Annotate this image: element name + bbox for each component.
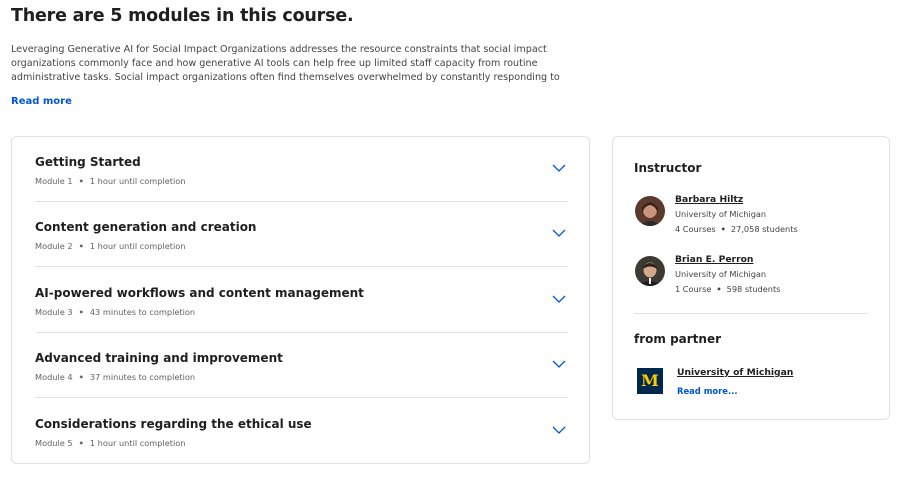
chevron-down-icon[interactable] bbox=[552, 228, 566, 238]
instructor-heading: Instructor bbox=[634, 161, 702, 175]
instructor-org: University of Michigan bbox=[675, 269, 767, 279]
module-duration: 1 hour until completion bbox=[89, 176, 186, 186]
avatar[interactable] bbox=[635, 256, 665, 286]
module-meta: Module 2 • 1 hour until completion bbox=[35, 241, 186, 251]
module-meta: Module 3 • 43 minutes to completion bbox=[35, 307, 196, 317]
read-more-link[interactable]: Read more bbox=[11, 96, 72, 107]
module-duration: 1 hour until completion bbox=[89, 438, 186, 448]
partner-heading: from partner bbox=[634, 332, 722, 346]
instructor-stats: 1 Course • 598 students bbox=[675, 284, 781, 294]
instructor-students: 27,058 students bbox=[730, 224, 798, 234]
module-number: Module 1 bbox=[35, 176, 73, 186]
module-item-5[interactable]: Considerations regarding the ethical use… bbox=[35, 399, 568, 464]
module-number: Module 2 bbox=[35, 241, 73, 251]
chevron-down-icon[interactable] bbox=[552, 425, 566, 435]
module-meta: Module 4 • 37 minutes to completion bbox=[35, 372, 196, 382]
instructor-courses: 1 Course bbox=[675, 284, 712, 294]
module-duration: 43 minutes to completion bbox=[89, 307, 196, 317]
module-duration: 1 hour until completion bbox=[89, 241, 186, 251]
module-item-2[interactable]: Content generation and creation Module 2… bbox=[35, 202, 568, 267]
module-meta: Module 5 • 1 hour until completion bbox=[35, 438, 186, 448]
module-item-3[interactable]: AI-powered workflows and content managem… bbox=[35, 268, 568, 333]
course-description: Leveraging Generative AI for Social Impa… bbox=[11, 44, 560, 83]
instructor-name-link[interactable]: Barbara Hiltz bbox=[675, 194, 743, 205]
module-number: Module 5 bbox=[35, 438, 73, 448]
instructor-stats: 4 Courses • 27,058 students bbox=[675, 224, 798, 234]
modules-card: Getting Started Module 1 • 1 hour until co… bbox=[11, 136, 590, 464]
module-title: AI-powered workflows and content managem… bbox=[35, 286, 364, 300]
avatar[interactable] bbox=[635, 196, 665, 226]
instructor-name-link[interactable]: Brian E. Perron bbox=[675, 254, 753, 265]
instructor-courses: 4 Courses bbox=[675, 224, 716, 234]
page-title: There are 5 modules in this course. bbox=[11, 6, 354, 26]
logo-letter: M bbox=[641, 371, 659, 390]
instructor-org: University of Michigan bbox=[675, 209, 767, 219]
instructor-item: Barbara Hiltz University of Michigan 4 C… bbox=[635, 194, 875, 242]
chevron-down-icon[interactable] bbox=[552, 163, 566, 173]
module-item-1[interactable]: Getting Started Module 1 • 1 hour until co… bbox=[35, 137, 568, 202]
instructor-sidebar: Instructor Barbara Hiltz University of M… bbox=[612, 136, 890, 420]
module-number: Module 3 bbox=[35, 307, 73, 317]
module-title: Advanced training and improvement bbox=[35, 351, 283, 365]
module-number: Module 4 bbox=[35, 372, 73, 382]
chevron-down-icon[interactable] bbox=[552, 359, 566, 369]
module-meta: Module 1 • 1 hour until completion bbox=[35, 176, 186, 186]
partner-name-link[interactable]: University of Michigan bbox=[677, 367, 793, 378]
module-title: Considerations regarding the ethical use bbox=[35, 417, 312, 431]
module-title: Getting Started bbox=[35, 155, 141, 169]
divider bbox=[634, 313, 868, 314]
module-item-4[interactable]: Advanced training and improvement Module… bbox=[35, 333, 568, 398]
module-title: Content generation and creation bbox=[35, 220, 257, 234]
partner-read-more-link[interactable]: Read more... bbox=[677, 386, 738, 396]
university-logo[interactable]: M bbox=[637, 368, 663, 394]
chevron-down-icon[interactable] bbox=[552, 294, 566, 304]
instructor-students: 598 students bbox=[726, 284, 781, 294]
instructor-item: Brian E. Perron University of Michigan 1… bbox=[635, 254, 875, 302]
module-duration: 37 minutes to completion bbox=[89, 372, 196, 382]
